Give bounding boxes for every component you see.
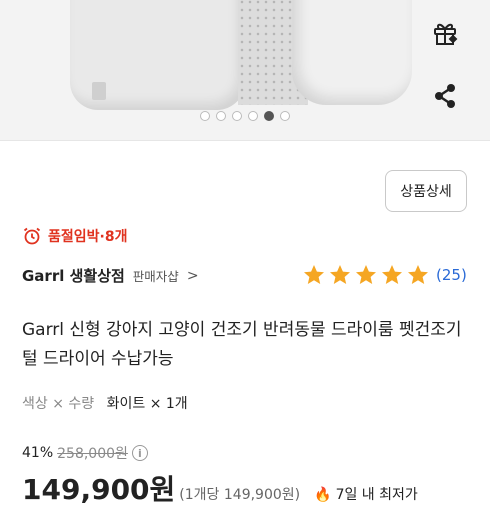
lowest-price-badge: 7일 내 최저가	[335, 487, 418, 503]
alarm-clock-icon	[23, 227, 41, 245]
chevron-right-icon: >	[186, 267, 199, 284]
carousel-dot[interactable]	[200, 111, 210, 121]
star-icon	[330, 265, 350, 284]
seller-shop-label: 판매자샵	[132, 269, 179, 284]
product-image-carousel[interactable]	[0, 0, 490, 140]
gift-button[interactable]	[430, 18, 460, 48]
product-title: Garrl 신형 강아지 고양이 건조기 반려동물 드라이룸 펫건조기 털 드라…	[22, 320, 462, 369]
rating-summary[interactable]: (25)	[302, 263, 467, 287]
section-divider	[0, 140, 490, 141]
product-image-slot	[92, 82, 106, 100]
carousel-dot[interactable]	[248, 111, 258, 121]
stock-warning: 품절임박·8개	[22, 226, 127, 246]
final-price: 149,900원	[22, 473, 176, 506]
share-icon	[435, 84, 455, 108]
option-label: 색상 × 수량	[22, 396, 95, 412]
selected-option: 색상 × 수량 화이트 × 1개	[22, 393, 188, 413]
carousel-dot[interactable]	[280, 111, 290, 121]
seller-link[interactable]: Garrl 생활상점 판매자샵 >	[22, 265, 199, 286]
share-button[interactable]	[431, 82, 459, 110]
seller-name: Garrl 생활상점	[22, 267, 125, 285]
original-price: 258,000원	[57, 446, 128, 462]
carousel-indicator[interactable]	[0, 111, 490, 121]
star-icon	[304, 265, 324, 284]
review-count[interactable]: (25)	[436, 266, 467, 284]
unit-price: (1개당 149,900원)	[179, 487, 301, 503]
product-image-right-panel	[292, 0, 412, 105]
info-icon[interactable]: i	[131, 445, 148, 461]
carousel-dot[interactable]	[232, 111, 242, 121]
final-price-row: 149,900원 (1개당 149,900원) 🔥 7일 내 최저가	[22, 468, 418, 508]
gift-icon	[434, 23, 458, 45]
star-icon	[408, 265, 428, 284]
fire-icon: 🔥	[314, 487, 332, 503]
price-discount-row: 41% 258,000원 i	[22, 443, 148, 463]
carousel-dot[interactable]	[216, 111, 226, 121]
carousel-dot[interactable]	[264, 111, 274, 121]
product-detail-button[interactable]: 상품상세	[385, 170, 467, 212]
discount-rate: 41%	[22, 445, 54, 461]
stock-warning-text: 품절임박·8개	[48, 229, 128, 245]
star-icon	[356, 265, 376, 284]
star-icon	[382, 265, 402, 284]
option-value: 화이트 × 1개	[106, 396, 188, 412]
